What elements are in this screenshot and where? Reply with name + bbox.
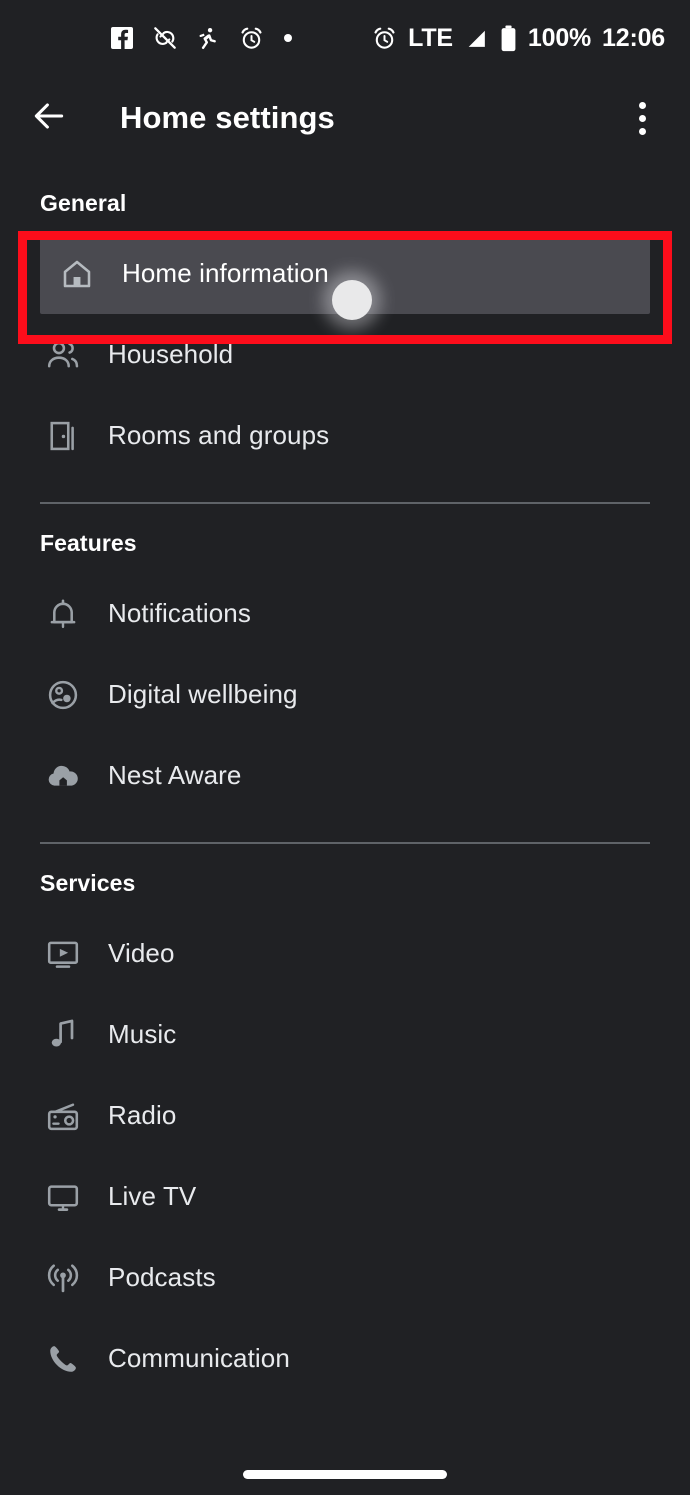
settings-row-label: Communication	[108, 1343, 290, 1373]
home-gesture-bar[interactable]	[243, 1470, 447, 1479]
settings-row-digital-wellbeing[interactable]: Digital wellbeing	[0, 654, 690, 735]
monitor-icon	[40, 1174, 86, 1220]
overflow-menu-button[interactable]	[622, 96, 662, 140]
settings-row-label: Notifications	[108, 598, 251, 628]
settings-row-household[interactable]: Household	[0, 314, 690, 395]
settings-row-label: Home information	[122, 258, 329, 288]
nest-aware-cloud-icon	[40, 753, 86, 799]
settings-row-live-tv[interactable]: Live TV	[0, 1156, 690, 1237]
status-bar-system-icons: LTE 100% 12:06	[372, 25, 665, 52]
settings-row-home-information[interactable]: Home information	[40, 233, 650, 314]
settings-row-label: Live TV	[108, 1181, 197, 1211]
settings-row-label: Video	[108, 938, 175, 968]
settings-row-label: Podcasts	[108, 1262, 216, 1292]
radio-icon	[40, 1093, 86, 1139]
settings-row-label: Radio	[108, 1100, 177, 1130]
settings-row-label: Rooms and groups	[108, 420, 330, 450]
settings-row-label: Nest Aware	[108, 760, 242, 790]
phone-icon	[40, 1336, 86, 1382]
settings-row-label: Household	[108, 339, 234, 369]
settings-row-notifications[interactable]: Notifications	[0, 573, 690, 654]
clock-label: 12:06	[602, 23, 665, 52]
section-header-services: Services	[40, 870, 136, 896]
battery-full-icon	[500, 25, 517, 52]
phone-screen: LTE 100% 12:06 Home settings General Hom…	[0, 0, 690, 1495]
music-note-icon	[40, 1012, 86, 1058]
facebook-icon	[110, 26, 134, 50]
section-header-general: General	[40, 190, 127, 216]
door-icon	[40, 413, 86, 459]
back-arrow-icon	[30, 97, 68, 140]
bell-icon	[40, 591, 86, 637]
app-bar: Home settings	[0, 76, 690, 160]
alarm-clock-icon	[372, 26, 397, 51]
running-person-icon	[196, 26, 221, 51]
settings-row-radio[interactable]: Radio	[0, 1075, 690, 1156]
status-bar: LTE 100% 12:06	[0, 0, 690, 76]
settings-row-music[interactable]: Music	[0, 994, 690, 1075]
video-play-icon	[40, 931, 86, 977]
settings-row-label: Digital wellbeing	[108, 679, 298, 709]
settings-row-video[interactable]: Video	[0, 913, 690, 994]
battery-percent-label: 100%	[527, 23, 592, 52]
more-notifications-dot-icon	[282, 32, 294, 44]
status-bar-notification-icons	[110, 25, 294, 51]
settings-row-rooms-and-groups[interactable]: Rooms and groups	[0, 395, 690, 476]
settings-row-communication[interactable]: Communication	[0, 1318, 690, 1399]
settings-list: General Home information Household Rooms…	[0, 160, 690, 1399]
network-type-label: LTE	[408, 23, 453, 52]
digital-wellbeing-icon	[40, 672, 86, 718]
podcast-broadcast-icon	[40, 1255, 86, 1301]
back-button[interactable]	[26, 95, 72, 141]
page-title: Home settings	[120, 100, 335, 135]
section-header-features: Features	[40, 530, 137, 556]
settings-row-label: Music	[108, 1019, 177, 1049]
settings-row-nest-aware[interactable]: Nest Aware	[0, 735, 690, 816]
settings-row-podcasts[interactable]: Podcasts	[0, 1237, 690, 1318]
people-icon	[40, 332, 86, 378]
vibrate-muted-icon	[152, 25, 178, 51]
alarm-clock-icon	[239, 26, 264, 51]
signal-strength-icon	[464, 26, 489, 51]
home-icon	[54, 251, 100, 297]
overflow-menu-icon	[638, 101, 646, 135]
